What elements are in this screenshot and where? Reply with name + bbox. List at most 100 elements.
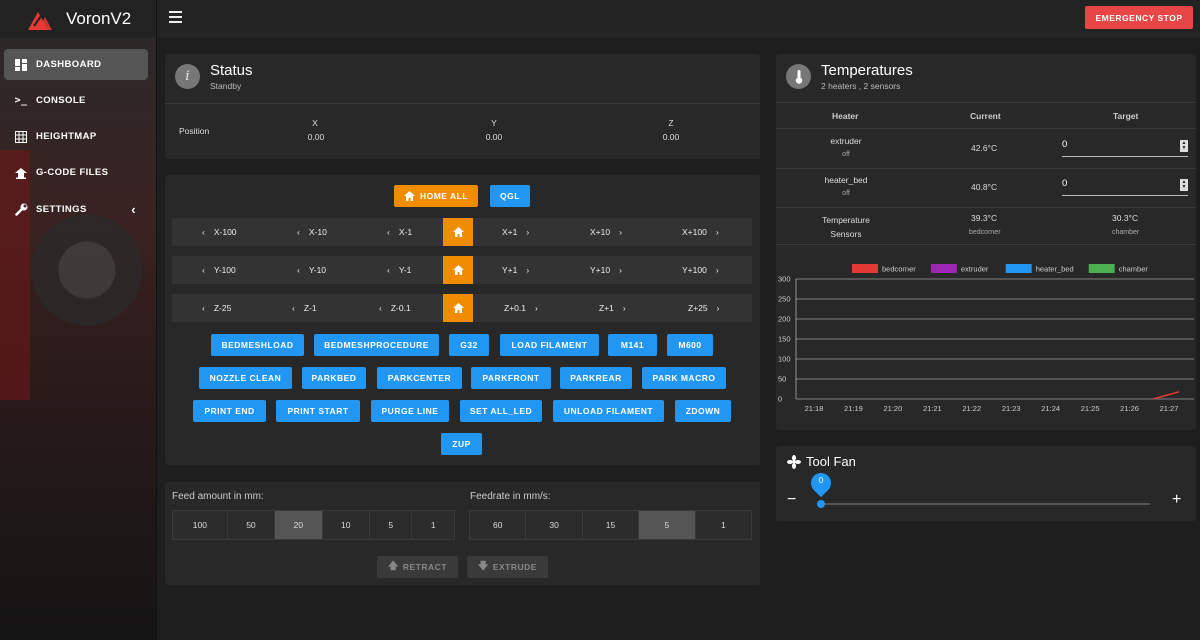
macro-button[interactable]: PRINT START bbox=[276, 400, 360, 422]
feed-option[interactable]: 10 bbox=[323, 511, 370, 539]
feed-amount-label: Feed amount in mm: bbox=[172, 491, 264, 502]
sidebar-item-label: G-CODE FILES bbox=[36, 167, 109, 178]
feed-option[interactable]: 50 bbox=[228, 511, 276, 539]
feed-amount-selector: 100 50 20 10 5 1 bbox=[172, 510, 455, 540]
jog-x+10[interactable]: X+10 › bbox=[590, 218, 622, 246]
macro-button[interactable]: PRINT END bbox=[193, 400, 266, 422]
heater-name: extruder bbox=[830, 136, 862, 146]
extruder-target-input[interactable]: 0 ▲ ▼ bbox=[1062, 139, 1188, 157]
axis-x-value: 0.00 bbox=[307, 132, 325, 142]
jog-x+100[interactable]: X+100 › bbox=[682, 218, 719, 246]
divider bbox=[776, 244, 1196, 245]
jog-x-10[interactable]: ‹ X-10 bbox=[297, 218, 327, 246]
feed-option[interactable]: 5 bbox=[370, 511, 413, 539]
fan-slider-track[interactable] bbox=[818, 503, 1150, 505]
macro-button[interactable]: G32 bbox=[449, 334, 489, 356]
macro-button[interactable]: BEDMESHPROCEDURE bbox=[314, 334, 439, 356]
sidebar-item-console[interactable]: >_ CONSOLE bbox=[4, 85, 148, 116]
x-tick-label: 21:21 bbox=[923, 404, 942, 413]
home-icon bbox=[403, 191, 415, 201]
home-all-button[interactable]: HOME ALL bbox=[394, 185, 478, 207]
macro-button[interactable]: PARKBED bbox=[302, 367, 366, 389]
home-z-button[interactable] bbox=[443, 294, 473, 322]
legend-swatch bbox=[852, 264, 878, 273]
x-tick-label: 21:25 bbox=[1081, 404, 1100, 413]
retract-button[interactable]: 🡅 RETRACT bbox=[377, 556, 458, 578]
feed-option[interactable]: 1 bbox=[412, 511, 454, 539]
chevron-left-icon[interactable]: ‹ bbox=[131, 202, 136, 217]
macro-button[interactable]: BEDMESHLOAD bbox=[211, 334, 304, 356]
sensor-name: chamber bbox=[1112, 229, 1140, 236]
home-x-button[interactable] bbox=[443, 218, 473, 246]
jog-x+1[interactable]: X+1 › bbox=[502, 218, 529, 246]
spinner-icon[interactable]: ▲ ▼ bbox=[1180, 179, 1188, 191]
rate-option[interactable]: 15 bbox=[583, 511, 640, 539]
x-tick-label: 21:18 bbox=[805, 404, 824, 413]
jog-y+100[interactable]: Y+100 › bbox=[682, 256, 719, 284]
macro-button[interactable]: PARKCENTER bbox=[377, 367, 462, 389]
fan-slider-thumb[interactable] bbox=[817, 500, 825, 508]
macro-button[interactable]: ZDOWN bbox=[675, 400, 731, 422]
feed-option-selected[interactable]: 20 bbox=[275, 511, 323, 539]
spinner-icon[interactable]: ▲ ▼ bbox=[1180, 140, 1188, 152]
extrude-button[interactable]: 🡇 EXTRUDE bbox=[467, 556, 548, 578]
fan-decrease-button[interactable]: − bbox=[787, 491, 796, 509]
rate-option[interactable]: 30 bbox=[526, 511, 583, 539]
sidebar-item-settings[interactable]: SETTINGS ‹ bbox=[4, 194, 148, 225]
y-tick-label: 50 bbox=[778, 375, 786, 384]
divider bbox=[776, 207, 1196, 208]
jog-y-1[interactable]: ‹ Y-1 bbox=[387, 256, 411, 284]
macro-button[interactable]: NOZZLE CLEAN bbox=[199, 367, 292, 389]
macro-button[interactable]: LOAD FILAMENT bbox=[500, 334, 599, 356]
macro-button[interactable]: ZUP bbox=[441, 433, 482, 455]
jog-y-100[interactable]: ‹ Y-100 bbox=[202, 256, 236, 284]
jog-z+25[interactable]: Z+25 › bbox=[688, 294, 719, 322]
jog-z-25[interactable]: ‹ Z-25 bbox=[202, 294, 231, 322]
y-tick-label: 250 bbox=[778, 295, 791, 304]
heater-current: 40.8°C bbox=[971, 182, 998, 192]
jog-y+1[interactable]: Y+1 › bbox=[502, 256, 529, 284]
jog-y-10[interactable]: ‹ Y-10 bbox=[297, 256, 326, 284]
axis-z-value: 0.00 bbox=[662, 132, 680, 142]
heater-column-header: Heater bbox=[832, 111, 859, 121]
macro-button[interactable]: M600 bbox=[667, 334, 713, 356]
feedrate-label: Feedrate in mm/s: bbox=[470, 491, 551, 502]
jog-z+1[interactable]: Z+1 › bbox=[599, 294, 626, 322]
macro-button[interactable]: M141 bbox=[608, 334, 657, 356]
legend-swatch bbox=[930, 264, 957, 273]
heater-bed-target-input[interactable]: 0 ▲ ▼ bbox=[1062, 178, 1188, 196]
macro-button[interactable]: UNLOAD FILAMENT bbox=[553, 400, 664, 422]
jog-z-1[interactable]: ‹ Z-1 bbox=[292, 294, 317, 322]
jog-x-100[interactable]: ‹ X-100 bbox=[202, 218, 237, 246]
x-tick-label: 21:27 bbox=[1160, 404, 1179, 413]
macro-button[interactable]: SET ALL_LED bbox=[460, 400, 542, 422]
jog-y+10[interactable]: Y+10 › bbox=[590, 256, 622, 284]
jog-row-x: ‹ X-100 ‹ X-10 ‹ X-1 X+1 › X+10 › X+100 › bbox=[172, 218, 752, 246]
macro-button[interactable]: PARKREAR bbox=[560, 367, 632, 389]
qgl-button[interactable]: QGL bbox=[490, 185, 530, 207]
sensor-value: 39.3°C bbox=[971, 213, 998, 223]
app-logo-bar[interactable]: VoronV2 bbox=[0, 0, 156, 38]
rate-option[interactable]: 1 bbox=[696, 511, 751, 539]
jog-x-1[interactable]: ‹ X-1 bbox=[387, 218, 412, 246]
menu-icon[interactable] bbox=[169, 11, 182, 23]
macro-button[interactable]: PARKFRONT bbox=[471, 367, 551, 389]
jog-z+0.1[interactable]: Z+0.1 › bbox=[504, 294, 538, 322]
macro-button[interactable]: PARK MACRO bbox=[642, 367, 726, 389]
jog-z-0.1[interactable]: ‹ Z-0.1 bbox=[379, 294, 411, 322]
thermometer-icon bbox=[786, 64, 811, 89]
rate-option-selected[interactable]: 5 bbox=[639, 511, 696, 539]
sidebar-item-gcode-files[interactable]: G-CODE FILES bbox=[4, 157, 148, 188]
macro-button[interactable]: PURGE LINE bbox=[371, 400, 449, 422]
sidebar-item-dashboard[interactable]: DASHBOARD bbox=[4, 49, 148, 80]
home-y-button[interactable] bbox=[443, 256, 473, 284]
sidebar-item-heightmap[interactable]: HEIGHTMAP bbox=[4, 121, 148, 152]
feed-option[interactable]: 100 bbox=[173, 511, 228, 539]
fan-increase-button[interactable]: + bbox=[1172, 491, 1181, 509]
home-icon bbox=[452, 265, 464, 275]
legend-label: chamber bbox=[1119, 265, 1149, 274]
voron-logo-icon bbox=[28, 12, 52, 30]
emergency-stop-button[interactable]: EMERGENCY STOP bbox=[1085, 6, 1193, 29]
rate-option[interactable]: 60 bbox=[470, 511, 527, 539]
position-label: Position bbox=[179, 126, 210, 136]
